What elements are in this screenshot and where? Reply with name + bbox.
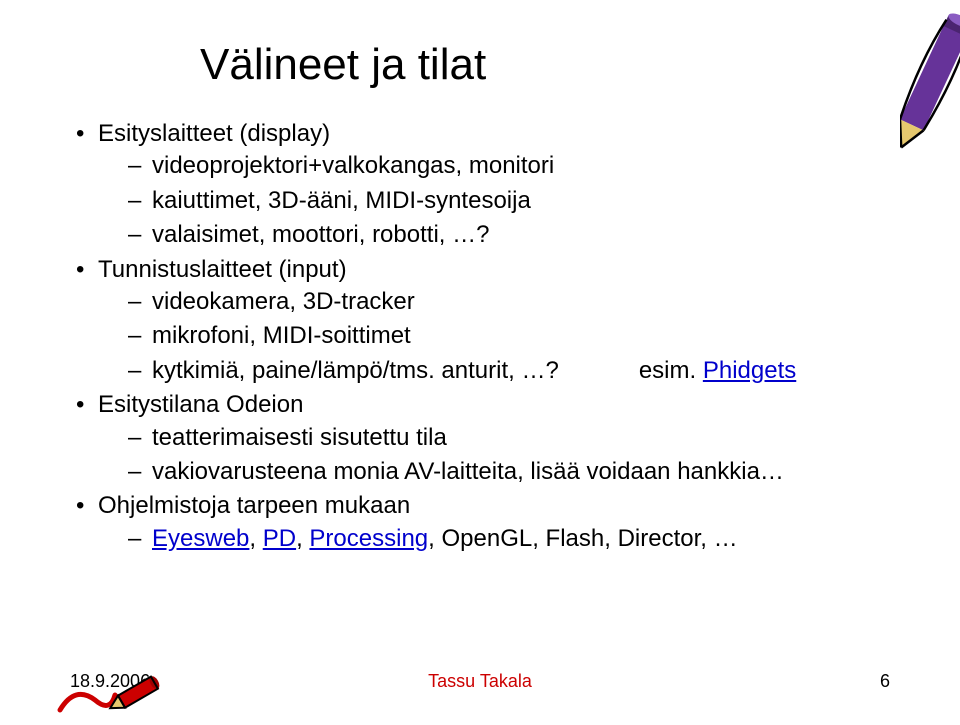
sub-label: valaisimet, moottori, robotti, …? [152,221,489,248]
crayon-icon [900,0,960,160]
sub-label: videokamera, 3D-tracker [152,288,415,315]
footer-page: 6 [880,671,890,692]
sub-bullet: teatterimaisesti sisutettu tila [126,422,890,454]
page-title: Välineet ja tilat [200,40,890,90]
separator: , [296,525,309,552]
sub-label: teatterimaisesti sisutettu tila [152,424,447,451]
sub-bullet: kaiuttimet, 3D-ääni, MIDI-syntesoija [126,185,890,217]
bullet-label: Esitystilana Odeion [98,391,303,418]
separator: , [249,525,262,552]
sub-bullet: Eyesweb, PD, Processing, OpenGL, Flash, … [126,523,890,555]
bullet-label: Ohjelmistoja tarpeen mukaan [98,492,410,519]
sub-label: kytkimiä, paine/lämpö/tms. anturit, …? [152,357,559,384]
eyesweb-link[interactable]: Eyesweb [152,525,249,552]
sub-bullet: vakiovarusteena monia AV-laitteita, lisä… [126,456,890,488]
sub-bullet: videokamera, 3D-tracker [126,286,890,318]
slide: Välineet ja tilat Esityslaitteet (displa… [0,0,960,720]
esim-label: esim. [639,357,703,384]
rest-label: , OpenGL, Flash, Director, … [428,525,737,552]
content: Esityslaitteet (display) videoprojektori… [70,118,890,555]
sub-label: mikrofoni, MIDI-soittimet [152,322,411,349]
sub-label: kaiuttimet, 3D-ääni, MIDI-syntesoija [152,187,531,214]
phidgets-link[interactable]: Phidgets [703,357,796,384]
sub-label: videoprojektori+valkokangas, monitori [152,152,554,179]
sub-bullet: videoprojektori+valkokangas, monitori [126,150,890,182]
bullet-display: Esityslaitteet (display) videoprojektori… [70,118,890,252]
bullet-odeion: Esitystilana Odeion teatterimaisesti sis… [70,389,890,488]
bullet-label: Esityslaitteet (display) [98,120,330,147]
crayon-scribble-icon [55,665,165,725]
pd-link[interactable]: PD [263,525,296,552]
footer-author: Tassu Takala [428,671,532,692]
sub-bullet: valaisimet, moottori, robotti, …? [126,219,890,251]
sub-bullet: kytkimiä, paine/lämpö/tms. anturit, …? es… [126,355,890,387]
sub-label: vakiovarusteena monia AV-laitteita, lisä… [152,458,784,485]
bullet-label: Tunnistuslaitteet (input) [98,256,347,283]
bullet-input: Tunnistuslaitteet (input) videokamera, 3… [70,254,890,388]
bullet-software: Ohjelmistoja tarpeen mukaan Eyesweb, PD,… [70,490,890,555]
processing-link[interactable]: Processing [309,525,428,552]
sub-bullet: mikrofoni, MIDI-soittimet [126,320,890,352]
